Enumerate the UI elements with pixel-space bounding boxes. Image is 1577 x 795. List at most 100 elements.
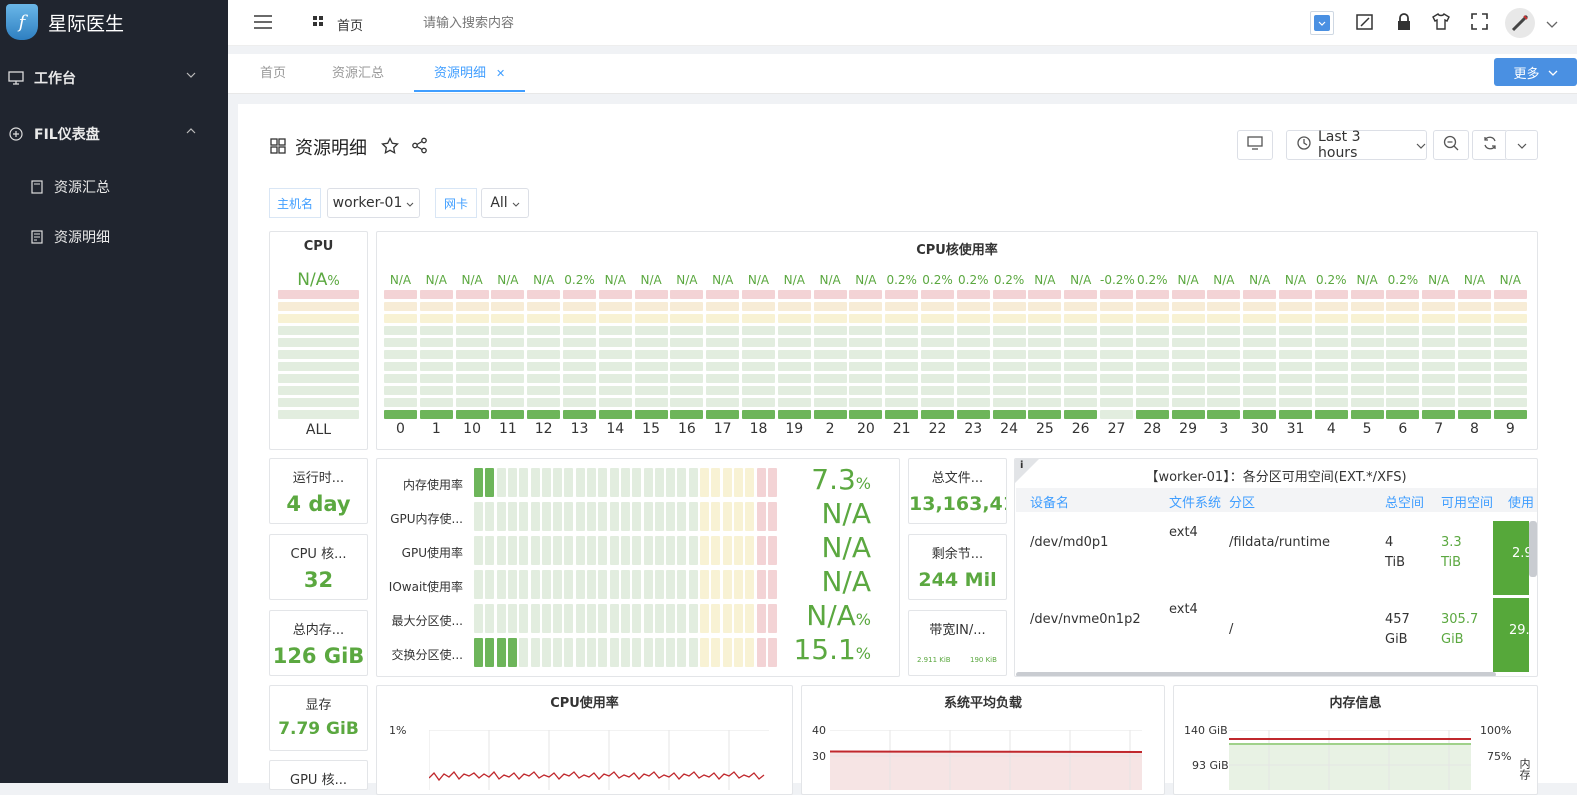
core-value: 0.2% (1387, 273, 1419, 287)
core-gauge-segment (1350, 398, 1384, 407)
core-value: 0.2% (958, 273, 989, 287)
gauge-cell (474, 468, 483, 497)
gauge-cell (620, 468, 630, 497)
gauge-cell (587, 570, 596, 599)
core-gauge-segment (1314, 350, 1348, 359)
core-gauge-segment (1207, 350, 1241, 359)
core-gauge-segment (777, 398, 811, 407)
gauge-cell (587, 638, 596, 667)
refresh-interval-dropdown[interactable] (1505, 130, 1538, 160)
home-link[interactable]: 首页 (337, 15, 363, 34)
core-gauge-segment (1458, 338, 1491, 347)
sidebar-item-resource-detail[interactable]: 资源明细 (0, 212, 228, 262)
core-index-label: 14 (606, 421, 625, 437)
gauge-cell (485, 604, 495, 633)
core-gauge-segment (491, 302, 525, 311)
tab-home[interactable]: 首页 (260, 54, 286, 92)
star-icon[interactable] (381, 136, 399, 159)
gauge-segment (278, 410, 359, 419)
sidebar-item-resource-summary[interactable]: 资源汇总 (0, 162, 228, 212)
avatar[interactable] (1505, 8, 1535, 38)
gauge-cell (507, 502, 517, 531)
core-gauge-segment (598, 350, 632, 359)
core-gauge-segment (1171, 314, 1205, 323)
card-title: GPU 核... (290, 773, 347, 788)
close-icon[interactable]: ✕ (496, 67, 505, 80)
gauge-cell (553, 502, 563, 531)
refresh-icon (1482, 135, 1498, 155)
core-gauge-segment (921, 398, 954, 407)
cell-mount: / (1229, 622, 1234, 637)
chevron-down-icon[interactable] (1546, 18, 1558, 33)
core-gauge-segment (384, 326, 417, 335)
gauge-label: 交换分区使... (391, 648, 463, 662)
search-input[interactable] (423, 12, 663, 34)
core-gauge-segment (1028, 410, 1062, 419)
column-header[interactable]: 设备名 (1030, 492, 1069, 511)
sidebar-item-fil-dashboard[interactable]: FIL仪表盘 (0, 109, 228, 159)
cell-device: /dev/nvme0n1p2 (1030, 612, 1141, 627)
tab-resource-detail[interactable]: 资源明细 ✕ (414, 54, 525, 92)
nic-select[interactable]: All (481, 188, 529, 218)
time-range-picker[interactable]: Last 3 hours (1286, 129, 1427, 161)
column-header[interactable]: 分区 (1229, 492, 1255, 511)
value-unit: % (327, 274, 340, 289)
gauge-cell (745, 536, 755, 565)
core-value: 0.2% (922, 273, 953, 287)
horizontal-scrollbar[interactable] (1016, 672, 1496, 676)
refresh-button[interactable] (1472, 130, 1508, 160)
core-gauge-segment (1350, 362, 1384, 371)
core-gauge-segment (885, 386, 919, 395)
cell-fs: ext4 (1169, 525, 1198, 540)
core-gauge-segment (670, 302, 704, 311)
core-index-label: 8 (1470, 421, 1479, 437)
core-gauge-segment (1243, 386, 1277, 395)
core-gauge-segment (1422, 290, 1456, 299)
core-gauge-segment (1028, 398, 1062, 407)
core-index-label: 21 (892, 421, 911, 437)
host-select[interactable]: worker-01 (327, 188, 420, 218)
gauge-cell (700, 570, 709, 599)
theme-select[interactable] (1310, 11, 1334, 35)
core-gauge-segment (1028, 374, 1062, 383)
share-icon[interactable] (411, 137, 428, 158)
cpu-total-label: ALL (305, 422, 332, 438)
gauge-label: 最大分区使... (391, 614, 463, 628)
core-gauge-segment (849, 386, 883, 395)
core-value: N/A (1356, 273, 1378, 287)
tv-mode-button[interactable] (1237, 130, 1273, 160)
gauge-cell (575, 638, 585, 667)
column-header[interactable]: 文件系统 (1169, 492, 1221, 511)
zoom-out-button[interactable] (1433, 130, 1469, 160)
gauge-cell (474, 570, 483, 599)
sidebar-item-label: 资源明细 (54, 230, 110, 246)
shirt-icon[interactable] (1432, 13, 1450, 34)
gauge-cell (722, 502, 732, 531)
sidebar-item-workbench[interactable]: 工作台 (0, 53, 228, 103)
core-gauge-segment (849, 398, 883, 407)
tab-resource-summary[interactable]: 资源汇总 (332, 54, 384, 92)
gauge-cell (474, 604, 483, 633)
gauge-segment (278, 290, 359, 299)
core-gauge-segment (1028, 362, 1062, 371)
core-gauge-segment (1100, 290, 1133, 299)
lock-icon[interactable] (1396, 13, 1412, 35)
column-header[interactable]: 使用 (1508, 492, 1534, 511)
column-header[interactable]: 总空间 (1385, 492, 1424, 511)
gauge-cell (666, 536, 676, 565)
hamburger-icon[interactable] (253, 14, 273, 34)
edit-doc-icon[interactable] (1356, 13, 1374, 35)
vertical-scrollbar[interactable] (1529, 521, 1537, 577)
core-index-label: 3 (1219, 421, 1229, 437)
column-header[interactable]: 可用空间 (1441, 492, 1493, 511)
fullscreen-icon[interactable] (1471, 13, 1488, 34)
core-gauge-segment (1458, 374, 1491, 383)
y2-tick-label: 75% (1487, 750, 1512, 763)
core-gauge-segment (1493, 398, 1527, 407)
clock-icon (1297, 136, 1311, 154)
more-button[interactable]: 更多 (1494, 58, 1577, 86)
core-gauge-segment (1314, 326, 1348, 335)
core-gauge-segment (1243, 338, 1277, 347)
gauge-cell (530, 502, 540, 531)
gauge-value: N/A% (806, 599, 871, 632)
